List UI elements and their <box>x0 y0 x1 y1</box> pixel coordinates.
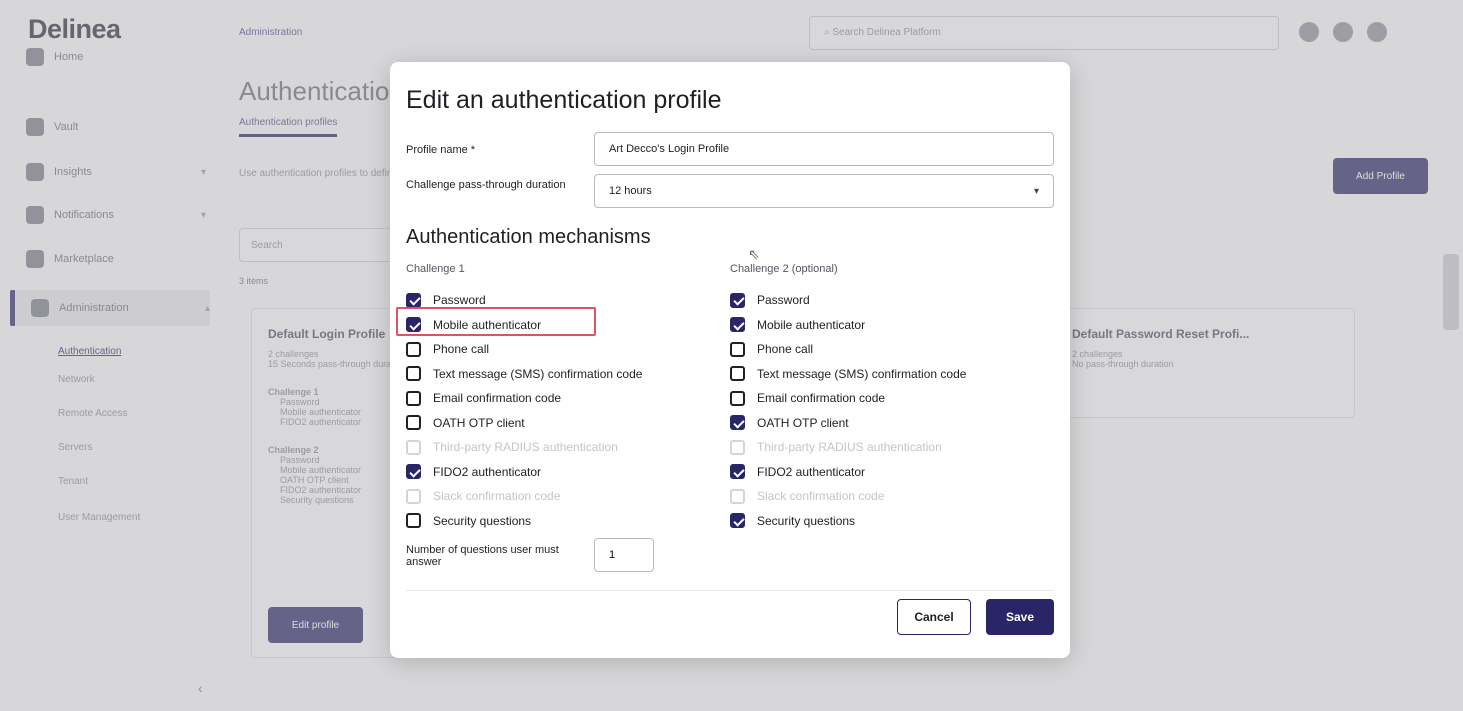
checkbox-checked[interactable] <box>406 464 421 480</box>
checkbox-label: Phone call <box>433 342 490 357</box>
checkbox-row[interactable]: Mobile authenticator <box>730 313 966 338</box>
cancel-button[interactable]: Cancel <box>897 599 971 635</box>
checkbox-label: Security questions <box>433 513 532 528</box>
checkbox-label: Phone call <box>757 342 814 357</box>
checkbox-label: Slack confirmation code <box>433 489 561 504</box>
checkbox-label: FIDO2 authenticator <box>757 464 866 479</box>
checkbox-row[interactable]: Security questions <box>406 509 642 534</box>
checkbox-row[interactable]: Text message (SMS) confirmation code <box>406 362 642 387</box>
divider <box>406 590 1054 591</box>
checkbox-row[interactable]: OATH OTP client <box>730 411 966 436</box>
checkbox-checked[interactable] <box>730 292 745 308</box>
checkbox-label: Password <box>757 293 810 308</box>
checkbox-row[interactable]: Password <box>406 288 642 313</box>
checkbox-checked[interactable] <box>406 292 421 308</box>
checkbox[interactable] <box>406 341 421 357</box>
checkbox-label: OATH OTP client <box>433 415 525 430</box>
challenge1-label: Challenge 1 <box>406 263 465 275</box>
checkbox <box>730 439 745 455</box>
checkbox-checked[interactable] <box>730 513 745 529</box>
checkbox[interactable] <box>406 415 421 431</box>
checkbox-checked[interactable] <box>730 464 745 480</box>
checkbox-row[interactable]: Email confirmation code <box>406 386 642 411</box>
challenge2-label: Challenge 2 (optional) <box>730 263 838 275</box>
challenge2-list: Password Mobile authenticator Phone call Te… <box>730 288 966 533</box>
checkbox-row: Slack confirmation code <box>730 484 966 509</box>
dialog-title: Edit an authentication profile <box>406 86 722 114</box>
profile-name-label: Profile name * <box>406 144 476 156</box>
checkbox[interactable] <box>730 341 745 357</box>
checkbox-checked[interactable] <box>730 415 745 431</box>
edit-profile-dialog: Edit an authentication profile Profile n… <box>390 62 1070 658</box>
checkbox[interactable] <box>730 390 745 406</box>
checkbox-label: Email confirmation code <box>757 391 886 406</box>
checkbox-row: Slack confirmation code <box>406 484 642 509</box>
checkbox <box>730 488 745 504</box>
checkbox-row[interactable]: Email confirmation code <box>730 386 966 411</box>
checkbox-label: Third-party RADIUS authentication <box>757 440 942 455</box>
checkbox-row: Third-party RADIUS authentication <box>406 435 642 460</box>
section-title: Authentication mechanisms <box>406 226 651 248</box>
challenge1-list: Password Mobile authenticator Phone call Te… <box>406 288 642 533</box>
checkbox-label: Security questions <box>757 513 856 528</box>
checkbox-row[interactable]: Password <box>730 288 966 313</box>
checkbox-label: OATH OTP client <box>757 415 849 430</box>
duration-value: 12 hours <box>609 185 652 197</box>
checkbox-label: FIDO2 authenticator <box>433 464 542 479</box>
checkbox <box>406 439 421 455</box>
checkbox-label: Mobile authenticator <box>757 317 866 332</box>
checkbox[interactable] <box>730 366 745 382</box>
duration-label: Challenge pass-through duration <box>406 179 566 191</box>
checkbox-row[interactable]: Phone call <box>406 337 642 362</box>
checkbox[interactable] <box>406 390 421 406</box>
checkbox-checked[interactable] <box>406 317 421 333</box>
checkbox-checked[interactable] <box>730 317 745 333</box>
checkbox-label: Text message (SMS) confirmation code <box>757 366 967 381</box>
checkbox-label: Text message (SMS) confirmation code <box>433 366 643 381</box>
questions-input[interactable] <box>594 538 654 572</box>
checkbox-label: Slack confirmation code <box>757 489 885 504</box>
checkbox <box>406 488 421 504</box>
checkbox-row: Third-party RADIUS authentication <box>730 435 966 460</box>
checkbox[interactable] <box>406 366 421 382</box>
checkbox-label: Email confirmation code <box>433 391 562 406</box>
chevron-down-icon: ▾ <box>1033 185 1039 197</box>
checkbox-row[interactable]: FIDO2 authenticator <box>730 460 966 485</box>
questions-label: Number of questions user must answer <box>406 544 559 568</box>
save-button[interactable]: Save <box>986 599 1054 635</box>
checkbox-row[interactable]: OATH OTP client <box>406 411 642 436</box>
duration-select[interactable]: 12 hours ▾ <box>594 174 1054 208</box>
mouse-cursor-icon: ⇖ <box>748 246 760 262</box>
checkbox[interactable] <box>406 513 421 529</box>
checkbox-row[interactable]: FIDO2 authenticator <box>406 460 642 485</box>
checkbox-label: Password <box>433 293 486 308</box>
checkbox-label: Mobile authenticator <box>433 317 542 332</box>
checkbox-row[interactable]: Phone call <box>730 337 966 362</box>
checkbox-row[interactable]: Mobile authenticator <box>406 313 642 338</box>
checkbox-row[interactable]: Security questions <box>730 509 966 534</box>
checkbox-label: Third-party RADIUS authentication <box>433 440 618 455</box>
checkbox-row[interactable]: Text message (SMS) confirmation code <box>730 362 966 387</box>
profile-name-input[interactable] <box>594 132 1054 166</box>
